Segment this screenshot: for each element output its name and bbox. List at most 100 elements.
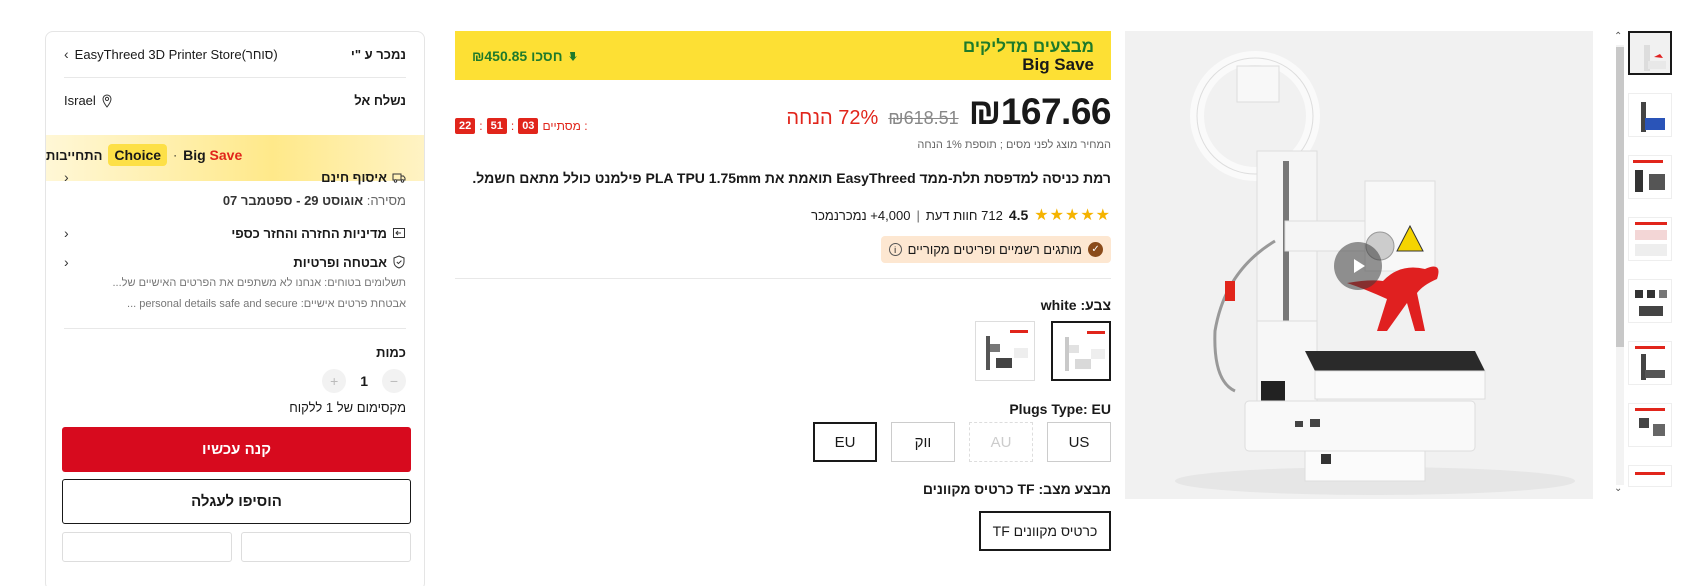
timer-hours: 03 (518, 118, 539, 134)
quantity-decrease-button[interactable]: − (382, 369, 406, 393)
main-product-image[interactable] (1125, 31, 1593, 499)
rating-row[interactable]: ★★★★★ 4.5 712 חוות דעת | 4,000+ נמכרנמכר (811, 205, 1111, 225)
choice-badge: Choice (108, 144, 168, 166)
thumbnail-4[interactable] (1628, 217, 1672, 261)
security-title: אבטחה ופרטיות (293, 254, 387, 270)
delivery-prefix: מסירה: (366, 193, 406, 208)
shield-icon (393, 255, 405, 269)
sold-by-label: נמכר ע "י (350, 46, 406, 62)
returns-policy-title: מדיניות החזרה והחזר כספי (231, 225, 387, 241)
thumbnail-1[interactable] (1628, 31, 1672, 75)
thumbnail-image (1629, 156, 1671, 198)
verified-text: מותגים רשמיים ופריטים מקוריים (907, 242, 1082, 257)
chevron-left-icon: ‹ (64, 225, 69, 241)
thumbnail-6[interactable] (1628, 341, 1672, 385)
product-title: רמת כניסה למדפסת תלת-ממד EasyThreed תואמ… (472, 170, 1111, 186)
truck-icon (392, 173, 406, 183)
seller-row[interactable]: נמכר ע "י ‹ EasyThreed 3D Printer Store(… (64, 46, 406, 62)
plug-option-eu[interactable]: EU (813, 422, 877, 462)
product-info: ₪450.85 חסכו מבצעים מדליקים Big Save 22:… (455, 31, 1112, 586)
store-name-link[interactable]: EasyThreed 3D Printer Store(סוחר) (75, 47, 278, 62)
security-line-2: אבטחת פרטים אישיים: personal details saf… (127, 298, 406, 310)
verified-check-icon: ✓ (1088, 242, 1103, 257)
buy-now-button[interactable]: קנה עכשיו (62, 427, 411, 472)
discount-badge: 72% הנחה (786, 107, 879, 129)
thumbnail-5[interactable] (1628, 279, 1672, 323)
divider (64, 77, 406, 78)
plug-option-au[interactable]: AU (969, 422, 1033, 462)
verified-brand-badge[interactable]: ✓ מותגים רשמיים ופריטים מקוריים i (880, 236, 1111, 263)
plugs-type-label: Plugs Type: EU (1009, 401, 1111, 417)
play-icon (1354, 259, 1365, 273)
return-box-icon (393, 228, 405, 238)
delivery-dates: אוגוסט 29 - ספטמבר 07 (222, 193, 364, 208)
free-pickup-title: איסוף חינם (321, 169, 387, 185)
thumbnail-3[interactable] (1628, 155, 1672, 199)
scrollbar-thumb[interactable] (1616, 47, 1624, 347)
rating-score: 4.5 (1008, 207, 1029, 223)
commitment-label: התחייבות (46, 147, 103, 163)
security-privacy-row[interactable]: אבטחה ופרטיות ‹ (64, 254, 406, 270)
original-price: ₪618.51 (888, 108, 959, 128)
security-line-1: תשלומים בטוחים: אנחנו לא משתפים את הפרטי… (112, 277, 407, 289)
deal-title: מבצעים מדליקים Big Save (962, 36, 1094, 74)
sold-count: 4,000+ נמכרנמכר (811, 207, 911, 223)
thumbnail-image (1629, 342, 1671, 384)
thumbnail-strip: ⌃ ⌄ (1614, 31, 1672, 501)
ship-to-row[interactable]: נשלח אל Israel (64, 93, 406, 108)
swatch-image (1053, 323, 1109, 379)
location-pin-icon (102, 93, 112, 108)
savings-amount: ₪450.85 חסכו (472, 48, 579, 64)
thumbnail-image (1629, 280, 1671, 322)
timer-label: מסתיים : (542, 119, 588, 133)
deal-title-english: Big Save (1022, 54, 1094, 74)
wishlist-button[interactable] (241, 532, 411, 562)
plug-option-us[interactable]: US (1047, 422, 1111, 462)
color-label: צבע: white (1040, 297, 1111, 313)
scroll-down-icon[interactable]: ⌄ (1614, 483, 1622, 494)
free-pickup-row[interactable]: איסוף חינם ‹ (64, 169, 406, 185)
max-per-customer-note: מקסימום של 1 ללקוח (289, 400, 406, 415)
thumbnail-image (1629, 218, 1671, 260)
save-text: Save (209, 147, 243, 163)
chevron-left-icon: ‹ (64, 169, 69, 185)
arrow-down-icon (568, 51, 577, 61)
divider (64, 328, 406, 329)
deal-title-hebrew: מבצעים מדליקים (962, 36, 1094, 56)
big-text: Big (183, 147, 206, 163)
color-swatch-white[interactable] (1051, 321, 1111, 381)
tax-note: המחיר מוצג לפני מסים ; תוספת 1% הנחה (917, 139, 1111, 151)
share-button[interactable] (62, 532, 232, 562)
timer-seconds: 22 (455, 118, 476, 134)
thumbnail-7[interactable] (1628, 403, 1672, 447)
thumbnail-8[interactable] (1628, 465, 1672, 487)
countdown-timer: 22: 51: 03 מסתיים : (455, 118, 588, 134)
ship-to-label: נשלח אל (354, 93, 406, 108)
bundle-option-tf-card[interactable]: TF כרטיס מקוונים (979, 511, 1111, 551)
thumbnail-image (1629, 404, 1671, 446)
price-block: ₪167.66 ₪618.51 72% הנחה (786, 91, 1111, 133)
quantity-value[interactable]: 1 (360, 373, 368, 389)
review-count[interactable]: 712 חוות דעת (926, 208, 1003, 223)
bundle-label: מבצע מצב: TF כרטיס מקוונים (922, 481, 1111, 497)
quantity-stepper: − 1 + (322, 369, 406, 393)
thumbnail-2[interactable] (1628, 93, 1672, 137)
thumbnail-image (1629, 94, 1671, 136)
quantity-increase-button[interactable]: + (322, 369, 347, 393)
rating-separator: | (916, 207, 920, 223)
returns-policy-row[interactable]: מדיניות החזרה והחזר כספי ‹ (64, 225, 406, 241)
scroll-up-icon[interactable]: ⌃ (1614, 31, 1622, 42)
swatch-image (976, 322, 1034, 380)
thumbnail-image (1629, 466, 1671, 486)
divider (455, 278, 1111, 279)
chevron-left-icon: ‹ (64, 46, 69, 62)
add-to-cart-button[interactable]: הוסיפו לעגלה (62, 479, 411, 524)
play-video-button[interactable] (1334, 242, 1382, 290)
delivery-estimate: מסירה: אוגוסט 29 - ספטמבר 07 (64, 193, 406, 208)
country-value: Israel (64, 93, 96, 108)
info-icon: i (888, 243, 902, 256)
color-swatch-alt[interactable] (975, 321, 1035, 381)
thumbnail-image (1630, 33, 1670, 73)
quantity-label-row: כמות (64, 345, 406, 360)
plug-option-uk[interactable]: ווק (891, 422, 955, 462)
